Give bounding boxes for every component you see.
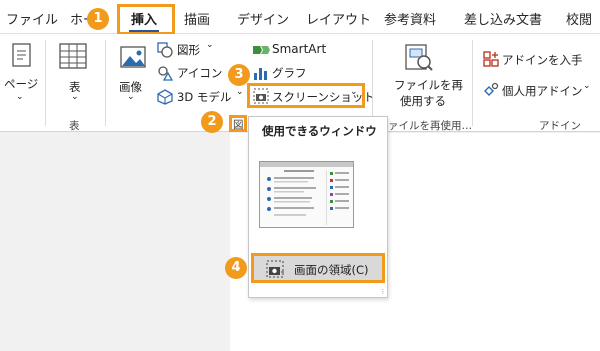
screenshot-button[interactable]: スクリーンショット: [272, 89, 375, 105]
screenshot-icon: [253, 88, 269, 108]
chevron-down-icon[interactable]: ⌄: [71, 92, 79, 102]
chart-icon: [252, 65, 268, 85]
table-icon[interactable]: [58, 42, 88, 74]
available-windows-heading: 使用できるウィンドウ: [262, 124, 377, 138]
reuse-files-button-line1[interactable]: ファイルを再: [394, 77, 463, 93]
screen-clipping-label: 画面の領域(C): [294, 263, 369, 277]
smartart-button[interactable]: SmartArt: [272, 42, 326, 56]
pages-button[interactable]: ページ: [4, 76, 38, 92]
tab-design[interactable]: デザイン: [237, 9, 289, 28]
step-badge-4: 4: [225, 257, 247, 279]
tab-review[interactable]: 校閲: [566, 9, 592, 28]
insert-tab-highlight: [117, 4, 175, 35]
group-separator: [372, 40, 373, 126]
chart-button[interactable]: グラフ: [272, 65, 307, 81]
shapes-icon: [157, 42, 173, 62]
icons-button[interactable]: アイコン: [177, 65, 222, 81]
chevron-down-icon[interactable]: ⌄: [206, 40, 214, 50]
figure-group-label: 図: [233, 119, 244, 131]
reuse-group-label: ァイルを再使用…: [388, 120, 472, 132]
smartart-icon: [252, 42, 270, 61]
window-thumbnail[interactable]: [259, 161, 354, 228]
tab-references[interactable]: 参考資料: [384, 9, 436, 28]
group-separator: [472, 40, 473, 126]
step-badge-2: 2: [201, 111, 223, 133]
screenshot-dropdown: 使用できるウィンドウ 画面の領域(C) ⁝: [248, 116, 388, 298]
tab-draw[interactable]: 描画: [184, 9, 210, 28]
chevron-down-icon[interactable]: ⌄: [583, 81, 591, 91]
get-addins-icon: [483, 51, 499, 71]
tab-mailings[interactable]: 差し込み文書: [464, 9, 542, 28]
chevron-down-icon[interactable]: ⌄: [127, 92, 135, 102]
tab-layout[interactable]: レイアウト: [306, 9, 371, 28]
step-badge-1: 1: [87, 8, 109, 30]
reuse-files-icon[interactable]: [404, 42, 434, 76]
3d-model-icon: [157, 89, 173, 109]
table-group-label: 表: [69, 120, 80, 132]
shapes-button[interactable]: 図形: [177, 42, 200, 58]
pages-icon[interactable]: [9, 42, 35, 74]
addins-group-label: アドイン: [539, 120, 581, 132]
image-icon[interactable]: [119, 44, 147, 74]
group-separator: [45, 40, 46, 126]
chevron-down-icon[interactable]: ⌄: [16, 92, 24, 102]
screen-clipping-icon: [266, 260, 284, 282]
resize-grip-icon[interactable]: ⁝: [382, 288, 384, 296]
chevron-down-icon[interactable]: ⌄: [236, 87, 244, 97]
icons-icon: [157, 65, 174, 85]
get-addins-button[interactable]: アドインを入手: [502, 52, 583, 68]
tab-file[interactable]: ファイル: [6, 9, 58, 28]
3d-model-button[interactable]: 3D モデル: [177, 89, 231, 105]
screen-clipping-item[interactable]: 画面の領域(C): [251, 253, 385, 283]
chevron-down-icon[interactable]: ⌄: [350, 87, 358, 97]
step-badge-3: 3: [228, 64, 250, 86]
group-separator: [105, 40, 106, 126]
my-addins-button[interactable]: 個人用アドイン: [502, 83, 583, 99]
reuse-files-button-line2[interactable]: 使用する: [400, 93, 446, 109]
my-addins-icon: [483, 82, 499, 102]
